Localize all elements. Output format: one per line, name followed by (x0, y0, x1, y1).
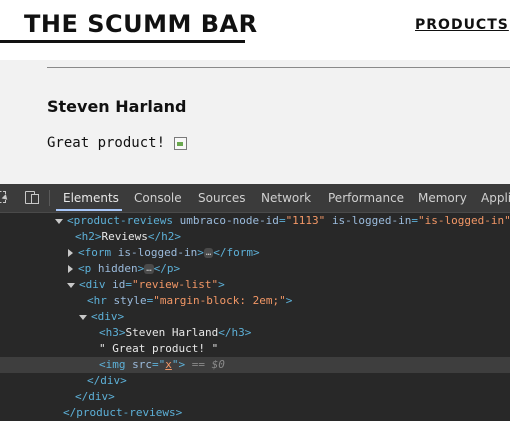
collapsed-ellipsis-badge[interactable]: … (203, 248, 214, 258)
device-toolbar-icon[interactable] (25, 190, 39, 204)
logo-underline (0, 40, 245, 43)
collapse-triangle-icon[interactable] (79, 314, 87, 320)
dom-node-form[interactable]: <form is-logged-in>… </form> (68, 245, 260, 261)
toolbar-divider (49, 190, 50, 206)
tab-console[interactable]: Console (134, 184, 182, 212)
dom-node-review-list-div[interactable]: <div id="review-list"> (67, 277, 225, 293)
selected-node-marker: == $0 (191, 358, 225, 371)
site-header: THE SCUMM BAR PRODUCTS (0, 0, 510, 60)
expand-triangle-icon[interactable] (68, 249, 73, 257)
review-list: Steven Harland Great product! (0, 60, 510, 184)
dom-node-hr[interactable]: <hr style="margin-block: 2em;"> (87, 293, 292, 309)
tab-performance[interactable]: Performance (328, 184, 404, 212)
dom-node-inner-div[interactable]: <div> (79, 309, 124, 325)
collapse-triangle-icon[interactable] (55, 218, 63, 224)
tab-elements[interactable]: Elements (63, 184, 119, 212)
collapse-triangle-icon[interactable] (67, 282, 75, 288)
site-logo[interactable]: THE SCUMM BAR (24, 10, 258, 38)
dom-node-h2[interactable]: <h2>Reviews</h2> (75, 229, 181, 245)
dom-node-h3[interactable]: <h3>Steven Harland</h3> (99, 325, 251, 341)
elements-panel: <product-reviews umbraco-node-id="1113" … (0, 213, 510, 421)
collapsed-ellipsis-badge[interactable]: … (144, 264, 154, 274)
dom-node-img-selected[interactable]: <img src="x"> == $0 (0, 357, 510, 373)
review-body: Great product! (47, 135, 188, 151)
review-author: Steven Harland (47, 97, 187, 116)
nav-products-link[interactable]: PRODUCTS (415, 17, 509, 33)
expand-triangle-icon[interactable] (68, 265, 73, 273)
review-divider (47, 67, 510, 68)
tab-memory[interactable]: Memory (418, 184, 467, 212)
dom-text-node[interactable]: " Great product! " (99, 341, 218, 357)
tab-sources[interactable]: Sources (198, 184, 245, 212)
dom-close-review-list[interactable]: </div> (75, 389, 115, 405)
tab-network[interactable]: Network (261, 184, 311, 212)
tab-application[interactable]: Appli (481, 184, 510, 212)
active-tab-indicator (56, 209, 122, 211)
dom-node-product-reviews[interactable]: <product-reviews umbraco-node-id="1113" … (55, 213, 510, 229)
dom-close-product-reviews[interactable]: </product-reviews> (63, 405, 182, 421)
dom-node-p[interactable]: <p hidden>… </p> (68, 261, 180, 277)
review-text: Great product! (47, 135, 166, 151)
dom-close-inner-div[interactable]: </div> (87, 373, 127, 389)
inspect-element-icon[interactable] (0, 190, 14, 204)
broken-image-icon (173, 136, 188, 150)
